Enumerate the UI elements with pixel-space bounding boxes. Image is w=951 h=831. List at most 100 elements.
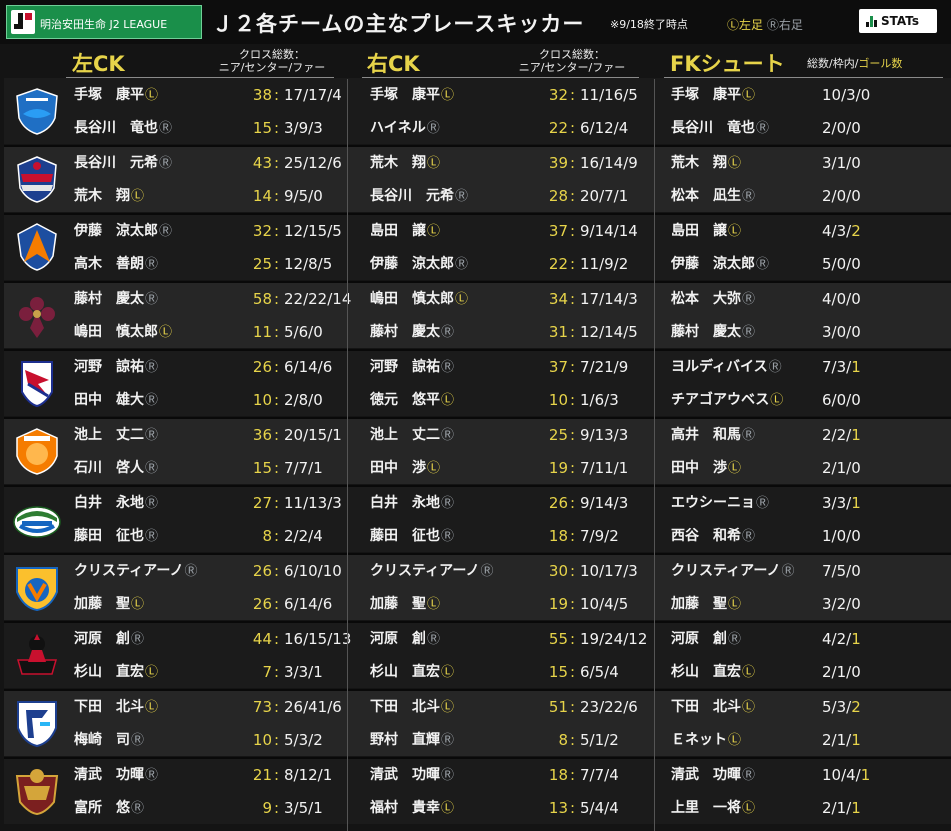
fk-player-name: 伊藤 涼太郎Ⓡ (671, 254, 769, 274)
fk-shot-stats: 2/1/1 (822, 798, 861, 818)
team-row: クリスティアーノⓇ 26:6/10/10 加藤 聖Ⓛ 26:6/14/6 クリスティアー… (4, 554, 951, 620)
foot-icon: Ⓡ (131, 801, 145, 816)
right_ck-near-center-far: 11/16/5 (580, 86, 638, 104)
right_ck-total-crosses: 51 (548, 698, 568, 716)
left_ck-player-name: 石川 啓人Ⓡ (74, 458, 158, 478)
foot-icon: Ⓡ (184, 564, 198, 579)
right_ck-near-center-far: 9/14/3 (580, 494, 629, 512)
foot-icon: Ⓡ (145, 496, 159, 511)
foot-icon: Ⓡ (742, 292, 756, 307)
colon-separator: : (274, 799, 280, 817)
player-name-text: 河野 諒祐 (370, 359, 440, 375)
player-name-text: エウシーニョ (671, 495, 755, 511)
left_ck-near-center-far: 2/8/0 (284, 391, 323, 409)
fk-shots-on-target: 3/1/ (822, 154, 852, 172)
player-name-text: 河野 諒祐 (74, 359, 144, 375)
right_ck-near-center-far: 16/14/9 (580, 154, 638, 172)
player-name-text: 福村 貴幸 (370, 800, 440, 816)
left_ck-player-name: 白井 永地Ⓡ (74, 493, 158, 513)
colon-separator: : (274, 255, 280, 273)
player-name-text: 池上 丈二 (74, 427, 144, 443)
player-name-text: 徳元 悠平 (370, 392, 440, 408)
foot-icon: Ⓛ (427, 224, 441, 239)
colon-separator: : (274, 731, 280, 749)
right_ck-total-crosses: 18 (548, 527, 568, 545)
left_ck-total-crosses: 9 (262, 799, 272, 817)
foot-icon: Ⓡ (131, 632, 145, 647)
fk-shot-stats: 3/3/1 (822, 493, 861, 513)
foot-icon: Ⓛ (441, 393, 455, 408)
left_ck-player-name: 河原 創Ⓡ (74, 629, 144, 649)
foot-icon: Ⓛ (441, 665, 455, 680)
stats-logo-text: STATs (881, 14, 919, 28)
foot-icon: Ⓛ (742, 801, 756, 816)
fk-goals: 1 (851, 799, 861, 817)
right_ck-near-center-far: 7/9/2 (580, 527, 619, 545)
header-bar: 明治安田生命 J2 LEAGUE Ｊ２各チームの主なプレースキッカー ※9/18… (0, 0, 951, 44)
colon-separator: : (570, 154, 576, 172)
fk-shots-on-target: 3/2/ (822, 595, 852, 613)
right_ck-player-name: 嶋田 慎太郎Ⓛ (370, 289, 468, 309)
player-name-text: 長谷川 竜也 (671, 120, 755, 136)
left_ck-player-name: 清武 功暉Ⓡ (74, 765, 158, 785)
foot-icon: Ⓛ (728, 597, 742, 612)
fk-shots-on-target: 3/3/ (822, 494, 852, 512)
fk-goals: 0 (851, 119, 861, 137)
left_ck-near-center-far: 6/14/6 (284, 358, 333, 376)
left_ck-player-name: 荒木 翔Ⓛ (74, 186, 144, 206)
foot-icon: Ⓛ (131, 189, 145, 204)
team-row: 清武 功暉Ⓡ 21:8/12/1 富所 悠Ⓡ 9:3/5/1 清武 功暉Ⓡ 18:7/7/… (4, 758, 951, 824)
player-name-text: クリスティアーノ (370, 563, 480, 579)
team-row: 藤村 慶太Ⓡ 58:22/22/14 嶋田 慎太郎Ⓛ 11:5/6/0 嶋田 慎太郎Ⓛ 3… (4, 282, 951, 348)
left_ck-player-name: 長谷川 竜也Ⓡ (74, 118, 172, 138)
fk-shot-stats: 2/1/1 (822, 730, 861, 750)
fk-player-name: 杉山 直宏Ⓛ (671, 662, 755, 682)
fk-goals: 0 (851, 459, 861, 477)
foot-icon: Ⓡ (441, 428, 455, 443)
right_ck-total-crosses: 31 (548, 323, 568, 341)
fk-goals: 1 (851, 731, 861, 749)
j-league-logo-icon (11, 10, 35, 34)
left_ck-total-crosses: 36 (252, 426, 272, 444)
fk-goals: 1 (851, 358, 861, 376)
colon-separator: : (274, 119, 280, 137)
right_ck-player-name: 田中 渉Ⓛ (370, 458, 440, 478)
right_ck-near-center-far: 19/24/12 (580, 630, 648, 648)
right_ck-near-center-far: 7/11/1 (580, 459, 629, 477)
right_ck-player-name: 河原 創Ⓡ (370, 629, 440, 649)
foot-icon: Ⓛ (427, 597, 441, 612)
foot-legend: Ⓛ左足 Ⓡ右足 (727, 16, 803, 33)
right_ck-near-center-far: 17/14/3 (580, 290, 638, 308)
player-name-text: 加藤 聖 (671, 596, 727, 612)
player-name-text: 高木 善朗 (74, 256, 144, 272)
right_ck-player-name: 長谷川 元希Ⓡ (370, 186, 468, 206)
left_ck-near-center-far: 25/12/6 (284, 154, 342, 172)
blaublitz-style-crest (12, 766, 62, 816)
player-name-text: 杉山 直宏 (671, 664, 741, 680)
left_ck-near-center-far: 5/6/0 (284, 323, 323, 341)
player-name-text: 野村 直輝 (370, 732, 440, 748)
stats-bars-icon (866, 16, 878, 27)
fk-shots-on-target: 3/0/ (822, 323, 852, 341)
player-name-text: 池上 丈二 (370, 427, 440, 443)
row-separator (4, 689, 951, 691)
colon-separator: : (570, 630, 576, 648)
left_ck-near-center-far: 6/14/6 (284, 595, 333, 613)
fk-shot-stats: 2/1/0 (822, 662, 861, 682)
foot-icon: Ⓡ (455, 189, 469, 204)
left_ck-total-crosses: 27 (252, 494, 272, 512)
player-name-text: 荒木 翔 (671, 155, 727, 171)
left_ck-near-center-far: 17/17/4 (284, 86, 342, 104)
right_ck-total-crosses: 18 (548, 766, 568, 784)
right_ck-player-name: 白井 永地Ⓡ (370, 493, 454, 513)
player-name-text: 高井 和馬 (671, 427, 741, 443)
foot-icon: Ⓡ (742, 428, 756, 443)
player-name-text: 島田 譲 (370, 223, 426, 239)
right_ck-player-name: クリスティアーノⓇ (370, 561, 494, 581)
foot-icon: Ⓡ (131, 733, 145, 748)
player-name-text: クリスティアーノ (671, 563, 781, 579)
fk-shots-on-target: 4/2/ (822, 630, 852, 648)
foot-icon: Ⓡ (159, 121, 173, 136)
right_ck-near-center-far: 6/5/4 (580, 663, 619, 681)
colon-separator: : (274, 698, 280, 716)
